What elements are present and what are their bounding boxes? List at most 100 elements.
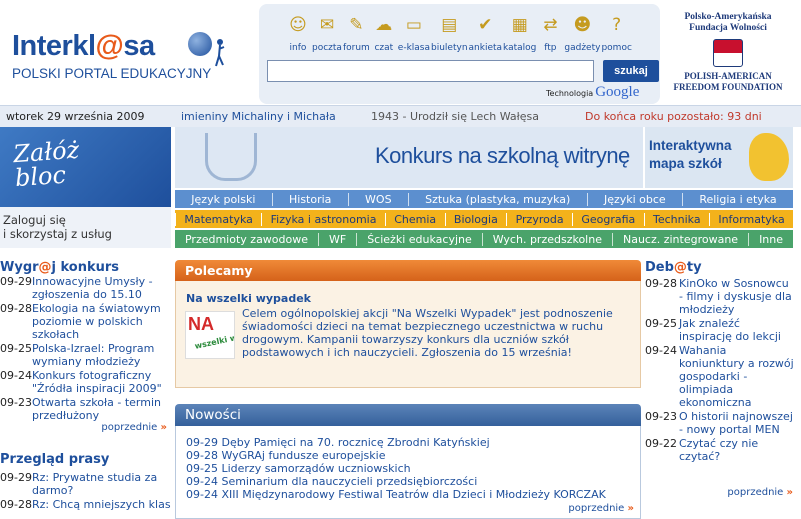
name-day[interactable]: imieniny Michaliny i Michała [181,110,336,123]
press-review-list: 09-29 Rz: Prywatne studia za darmo? 09-28 R… [0,471,171,512]
toolbar-item-ftp[interactable]: ⇄ ftp [537,10,563,58]
school-map-banner[interactable]: Interaktywna mapa szkół [645,127,793,188]
nav-subject-link[interactable]: WOS [347,192,408,206]
nav-subject-link[interactable]: Sztuka (plastyka, muzyka) [407,192,587,206]
toolbar-item-katalog[interactable]: ▦ katalog [503,10,536,58]
toolbar-item-forum[interactable]: ✎ forum [343,10,370,58]
nav-subject-link[interactable]: Fizyka i astronomia [261,212,385,226]
news-more-link[interactable]: poprzednie » [176,503,634,514]
more-label: poprzednie [568,503,625,514]
toolbar-item-label: ftp [544,43,557,53]
campaign-logo[interactable]: NA wszelki wypadek [185,311,235,359]
item-link[interactable]: Innowacyjne Umysły - zgłoszenia do 15.10 [32,275,171,301]
login-link[interactable]: Zaloguj się i skorzystaj z usług [0,207,171,248]
nav-subject-link[interactable]: Języki obce [586,192,682,206]
history-fact[interactable]: 1943 - Urodził się Lech Wałęsa [371,110,539,123]
recommended-box: Na wszelki wypadek NA wszelki wypadek Ce… [175,281,641,388]
item-link[interactable]: Rz: Prywatne studia za darmo? [32,471,171,497]
press-item[interactable]: 09-28 Rz: Chcą mniejszych klas [0,498,171,511]
item-link[interactable]: WyGRAj fundusze europejskie [221,449,385,462]
debate-item[interactable]: 09-22 Czytać czy nie czytać? [645,437,795,463]
item-link[interactable]: Otwarta szkoła - termin przedłużony [32,396,171,422]
item-link[interactable]: Ekologia na światowym poziomie w polskic… [32,302,171,341]
year-countdown: Do końca roku pozostało: 93 dni [585,110,762,123]
contests-more-link[interactable]: poprzednie » [0,422,167,433]
toolbar-item-e-klasa[interactable]: ▭ e-klasa [398,10,430,58]
tools-panel: ☺ info ✉ poczta ✎ forum ☁ czat ▭ e-klasa ▤ biuletyn… [259,4,660,104]
more-label: poprzednie [727,487,784,498]
debates-title[interactable]: Deb@ty [645,260,702,275]
item-link[interactable]: Liderzy samorządów uczniowskich [221,462,410,475]
school-website-contest-banner[interactable]: Konkurs na szkolną witrynę [175,127,643,188]
nav-subject-link[interactable]: Wych. przedszkolne [481,232,612,246]
nav-subject-link[interactable]: Chemia [384,212,445,226]
toolbar-item-pomoc[interactable]: ? pomoc [601,10,631,58]
news-item[interactable]: 09-24 Seminarium dla nauczycieli przedsi… [186,475,636,488]
item-link[interactable]: O historii najnowszej - nowy portal MEN [679,410,795,436]
toolbar-item-gadżety[interactable]: ☻ gadżety [564,10,600,58]
debates-more-link[interactable]: poprzednie » [645,487,793,498]
search-input[interactable] [267,60,594,82]
item-link[interactable]: Jak znaleźć inspirację do lekcji [679,317,795,343]
item-link[interactable]: Czytać czy nie czytać? [679,437,795,463]
debate-item[interactable]: 09-24 Wahania koniunktury a rozwój gospod… [645,344,795,409]
toolbar-item-info[interactable]: ☺ info [285,10,311,58]
debate-item[interactable]: 09-25 Jak znaleźć inspirację do lekcji [645,317,795,343]
contest-item[interactable]: 09-28 Ekologia na światowym poziomie w po… [0,302,171,341]
nav-subject-link[interactable]: Inne [748,232,793,246]
news-item[interactable]: 09-25 Liderzy samorządów uczniowskich [186,462,636,475]
debates-title-at: @ [673,260,687,275]
double-arrow-icon: » [627,503,634,514]
debates-title-pre: Deb [645,260,674,275]
debate-item[interactable]: 09-23 O historii najnowszej - nowy portal… [645,410,795,436]
item-date: 09-23 [0,396,32,409]
sponsor-logo[interactable]: Polsko-Amerykańska Fundacja Wolności POL… [668,12,788,100]
nav-subject-link[interactable]: Przyroda [506,212,572,226]
contests-title[interactable]: Wygr@j konkurs [0,260,119,275]
item-link[interactable]: Wahania koniunktury a rozwój gospodarki … [679,344,795,409]
contest-item[interactable]: 09-24 Konkurs fotograficzny "Źródła inspi… [0,369,171,395]
running-kid-icon [215,39,225,67]
nav-subject-link[interactable]: Matematyka [175,212,261,226]
nav-subject-link[interactable]: WF [318,232,356,246]
item-link[interactable]: Polska-Izrael: Program wymiany młodzieży [32,342,171,368]
sponsor-name-pl-line2: Fundacja Wolności [689,23,767,33]
press-item[interactable]: 09-29 Rz: Prywatne studia za darmo? [0,471,171,497]
toolbar-item-ankieta[interactable]: ✔ ankieta [469,10,503,58]
debate-item[interactable]: 09-28 KinOko w Sosnowcu - filmy i dyskusj… [645,277,795,316]
contest-item[interactable]: 09-23 Otwarta szkoła - termin przedłużony [0,396,171,422]
toolbar-item-biuletyn[interactable]: ▤ biuletyn [431,10,468,58]
news-item[interactable]: 09-24 XIII Międzynarodowy Festiwal Teatr… [186,488,636,501]
recommended-title[interactable]: Na wszelki wypadek [186,292,311,305]
item-link[interactable]: KinOko w Sosnowcu - filmy i dyskusje dla… [679,277,795,316]
item-link[interactable]: Konkurs fotograficzny "Źródła inspiracji… [32,369,171,395]
nav-subject-link[interactable]: Język polski [175,193,272,206]
nav-subject-link[interactable]: Technika [643,212,709,226]
nav-subject-link[interactable]: Biologia [444,212,507,226]
search-button[interactable]: szukaj [603,60,659,82]
item-link[interactable]: Rz: Chcą mniejszych klas [32,498,171,511]
nav-subject-link[interactable]: Religia i etyka [682,192,793,206]
item-link[interactable]: Seminarium dla nauczycieli przedsiębiorc… [221,475,477,488]
news-item[interactable]: 09-29 Dęby Pamięci na 70. rocznicę Zbrod… [186,436,636,449]
nav-subject-link[interactable]: Ścieżki edukacyjne [356,232,482,246]
item-link[interactable]: Dęby Pamięci na 70. rocznicę Zbrodni Kat… [221,436,489,449]
nav-subject-link[interactable]: Geografia [571,212,644,226]
nav-subject-link[interactable]: Przedmioty zawodowe [175,233,318,246]
toolbar-item-czat[interactable]: ☁ czat [371,10,397,58]
contest-item[interactable]: 09-29 Innowacyjne Umysły - zgłoszenia do … [0,275,171,301]
flag-icon [713,39,743,67]
toolbar-item-poczta[interactable]: ✉ poczta [312,10,342,58]
nav-subject-link[interactable]: Informatyka [708,212,793,226]
nav-subject-link[interactable]: Naucz. zintegrowane [611,232,748,246]
debates-list: 09-28 KinOko w Sosnowcu - filmy i dyskusj… [645,277,795,464]
create-blog-banner[interactable]: Załóż bloc [0,127,171,207]
news-item[interactable]: 09-28 WyGRAj fundusze europejskie [186,449,636,462]
item-link[interactable]: XIII Międzynarodowy Festiwal Teatrów dla… [221,488,605,501]
item-date: 09-22 [645,437,677,450]
site-logo[interactable]: Interkl@sa POLSKI PORTAL EDUKACYJNY [12,26,227,86]
nav-subject-link[interactable]: Historia [271,192,348,206]
double-arrow-icon: » [786,487,793,498]
press-review-title[interactable]: Przegląd prasy [0,452,109,467]
contest-item[interactable]: 09-25 Polska-Izrael: Program wymiany młod… [0,342,171,368]
